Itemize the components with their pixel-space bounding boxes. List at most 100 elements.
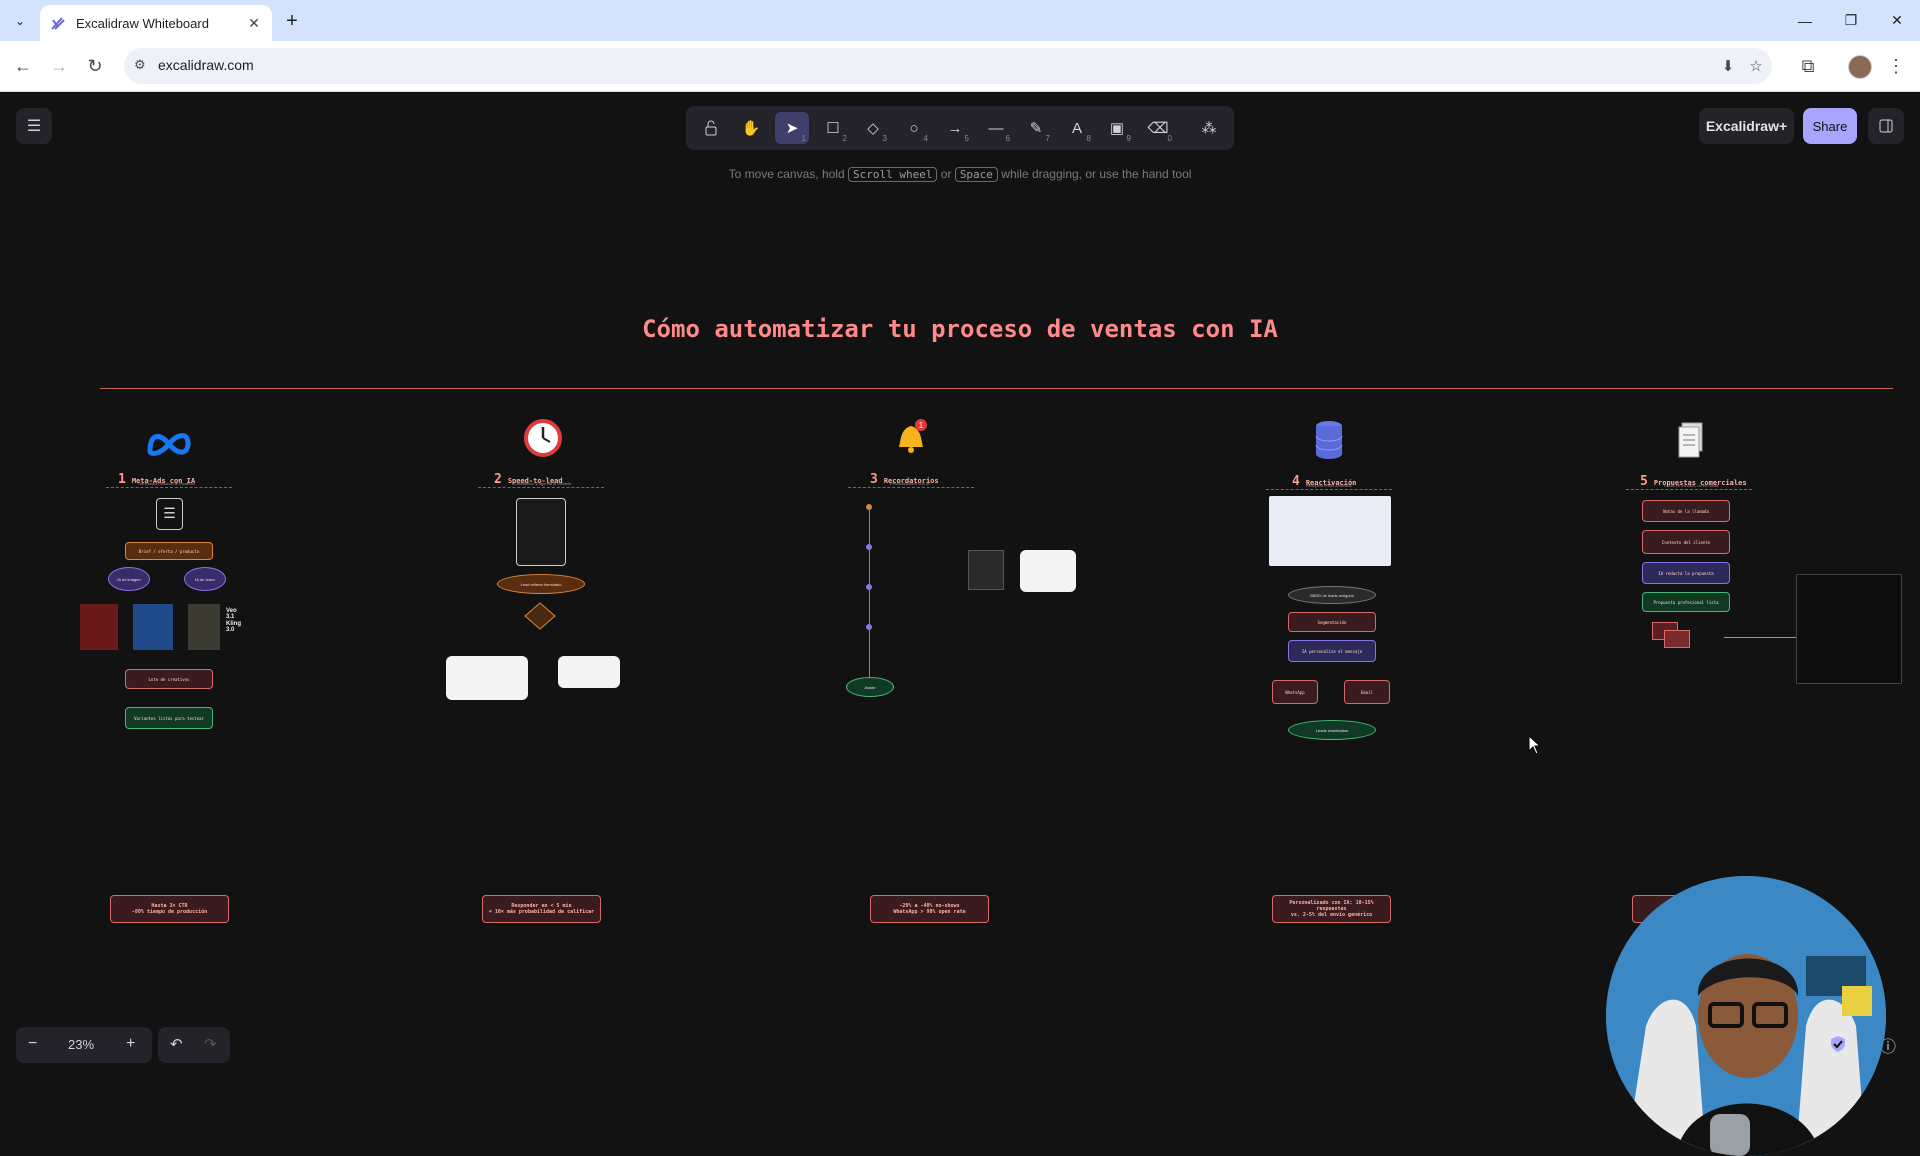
- stacked-docs: [1664, 630, 1690, 648]
- forward-icon[interactable]: →: [43, 50, 75, 82]
- message-card: [558, 656, 620, 688]
- shortcut-key: 6: [1005, 134, 1010, 143]
- section-subtitle: Recupera leads dormidos: [1306, 483, 1352, 488]
- tab-search-button[interactable]: ⌄: [8, 9, 32, 33]
- diamond-icon: ◇: [867, 120, 879, 137]
- dashed-divider: [1626, 489, 1752, 490]
- close-window-icon[interactable]: ✕: [1874, 0, 1920, 41]
- alarm-clock-icon: [518, 416, 568, 460]
- sidebar-icon: [1879, 119, 1893, 133]
- redo-icon[interactable]: ↷: [204, 1035, 217, 1053]
- rectangle-icon: ☐: [826, 120, 840, 137]
- flow-node: BBDD de leads antiguos: [1288, 586, 1376, 604]
- metric-line: Personalizado con IA: 10-15% respuestas: [1289, 900, 1374, 912]
- restore-icon[interactable]: ❐: [1828, 0, 1874, 41]
- ellipse-icon: ○: [909, 119, 919, 137]
- zoom-in-button[interactable]: +: [126, 1035, 135, 1053]
- model-label: Veo 3.1: [226, 608, 237, 620]
- metric-box[interactable]: Personalizado con IA: 10-15% respuestas v…: [1272, 895, 1391, 923]
- ellipse-tool[interactable]: ○ 4: [897, 112, 931, 144]
- metric-box[interactable]: -20% a -40% no-shows WhatsApp > 98% open …: [870, 895, 989, 923]
- zoom-level[interactable]: 23%: [68, 1037, 94, 1052]
- database-icon: [1304, 418, 1354, 462]
- pencil-icon: ✎: [1029, 120, 1043, 137]
- undo-icon[interactable]: ↶: [170, 1035, 183, 1053]
- message-card: [1020, 550, 1076, 592]
- chat-preview: [968, 550, 1004, 590]
- browser-menu-icon[interactable]: ⋮: [1880, 50, 1912, 82]
- metric-line: vs. 2-5% del envío genérico: [1290, 912, 1373, 918]
- line-tool[interactable]: —6: [979, 112, 1013, 144]
- text-tool[interactable]: A8: [1060, 112, 1094, 144]
- section-subtitle: Calificación y agenda al instante: [514, 481, 572, 486]
- dashed-divider: [848, 487, 974, 488]
- close-tab-icon[interactable]: ✕: [244, 13, 264, 33]
- hint-text: To move canvas, hold: [728, 167, 845, 181]
- rectangle-tool[interactable]: ☐ 2: [816, 112, 850, 144]
- flow-node: IA personaliza el mensaje: [1288, 640, 1376, 662]
- metric-box[interactable]: Responder en < 5 min = 10× más probabilid…: [482, 895, 601, 923]
- hint-key: Space: [954, 167, 998, 182]
- section-subtitle: Listas en minutos, no en horas: [1664, 483, 1719, 488]
- shortcut-key: 8: [1086, 134, 1091, 143]
- extra-tools[interactable]: ⁂: [1192, 112, 1226, 144]
- shortcut-key: 5: [964, 134, 969, 143]
- webcam-overlay: [1606, 876, 1886, 1156]
- shortcut-key: 9: [1126, 134, 1131, 143]
- section-number: 2: [494, 472, 502, 487]
- browser-tab[interactable]: Excalidraw Whiteboard ✕: [40, 5, 272, 41]
- metric-box[interactable]: Hasta 3× CTR -80% tiempo de producción: [110, 895, 229, 923]
- flow-node: Lead rellena formulario: [497, 574, 585, 594]
- canvas-hint: To move canvas, hold Scroll wheel or Spa…: [0, 167, 1920, 182]
- board-title: Cómo automatizar tu proceso de ventas co…: [642, 315, 1278, 343]
- selection-tool[interactable]: ➤ 1: [775, 112, 809, 144]
- bookmark-star-icon[interactable]: ☆: [1744, 54, 1768, 78]
- excalidraw-plus-button[interactable]: Excalidraw+: [1699, 108, 1794, 144]
- extensions-icon[interactable]: ⧉: [1792, 50, 1824, 82]
- eraser-tool[interactable]: ⌫ 0: [1141, 112, 1175, 144]
- minimize-icon[interactable]: —: [1782, 0, 1828, 41]
- back-icon[interactable]: ←: [7, 50, 39, 82]
- new-tab-button[interactable]: +: [280, 9, 304, 33]
- flow-node: Segmentación: [1288, 612, 1376, 632]
- install-app-icon[interactable]: ⬇: [1716, 54, 1740, 78]
- image-tool[interactable]: ▣ 9: [1100, 112, 1134, 144]
- timeline-dot: [866, 584, 872, 590]
- section-number: 3: [870, 472, 878, 487]
- library-sidebar-button[interactable]: [1868, 108, 1904, 144]
- arrow-icon: →: [947, 119, 963, 137]
- proposal-document-preview: [1796, 574, 1902, 684]
- flow-node: Asiste: [846, 677, 894, 697]
- url-text: excalidraw.com: [158, 57, 254, 73]
- lock-tool[interactable]: [694, 112, 728, 144]
- flow-node: Brief / oferta / producto: [125, 542, 213, 560]
- diamond-tool[interactable]: ◇ 3: [856, 112, 890, 144]
- hand-tool[interactable]: ✋: [734, 112, 768, 144]
- ad-creative-thumbnail: [133, 604, 173, 650]
- timeline-dot: [866, 544, 872, 550]
- flow-node: Contexto del cliente: [1642, 530, 1730, 554]
- zoom-out-button[interactable]: −: [28, 1035, 37, 1053]
- address-bar[interactable]: ⚙ excalidraw.com ⬇ ☆: [124, 48, 1772, 84]
- decision-diamond: [524, 602, 556, 630]
- arrow-tool[interactable]: → 5: [938, 112, 972, 144]
- zoom-controls: − 23% +: [16, 1027, 152, 1063]
- timeline-dot: [866, 624, 872, 630]
- bell-notification-icon: 1: [886, 416, 936, 460]
- connector-arrow: [1724, 637, 1800, 638]
- flow-node: Variantes listas para testear: [125, 707, 213, 729]
- flow-node: Leads reactivados: [1288, 720, 1376, 740]
- site-info-icon[interactable]: ⚙: [134, 57, 146, 73]
- excalidraw-canvas[interactable]: ☰ ✋ ➤ 1 ☐ 2 ◇ 3 ○ 4 → 5 —6 ✎ 7 A8 ▣ 9 ⌫ 0 ⁂ To m…: [0, 92, 1920, 1156]
- main-menu-button[interactable]: ☰: [16, 108, 52, 144]
- reload-icon[interactable]: ↻: [79, 50, 111, 82]
- share-button[interactable]: Share: [1803, 108, 1857, 144]
- draw-tool[interactable]: ✎ 7: [1019, 112, 1053, 144]
- flow-node: Lote de creativos: [125, 669, 213, 689]
- form-icon: ☰: [156, 498, 183, 530]
- undo-redo-controls: ↶ ↷: [158, 1027, 230, 1063]
- profile-avatar[interactable]: [1848, 55, 1872, 79]
- mouse-cursor-icon: [1528, 735, 1542, 755]
- flow-node: Notas de la llamada: [1642, 500, 1730, 522]
- flow-node: IA redacta la propuesta: [1642, 562, 1730, 584]
